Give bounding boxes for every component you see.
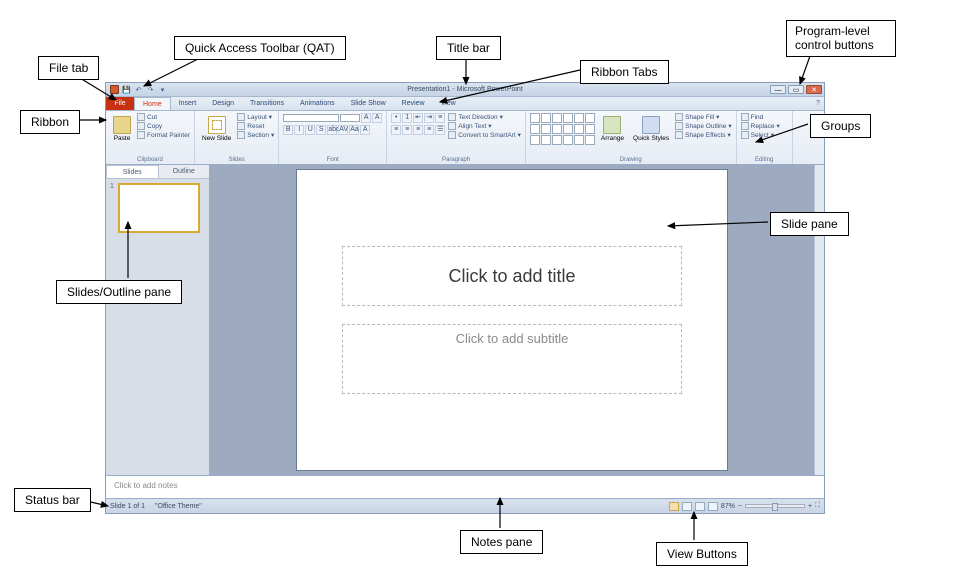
callout-ribbon: Ribbon [20,110,80,134]
callout-view-buttons: View Buttons [656,542,748,566]
callout-file-tab: File tab [38,56,99,80]
callout-title-bar: Title bar [436,36,501,60]
callout-slide-pane: Slide pane [770,212,849,236]
callout-groups: Groups [810,114,871,138]
callout-status-bar: Status bar [14,488,91,512]
callout-qat: Quick Access Toolbar (QAT) [174,36,346,60]
callout-notes-pane: Notes pane [460,530,543,554]
callout-slides-outline: Slides/Outline pane [56,280,182,304]
callout-ribbon-tabs: Ribbon Tabs [580,60,669,84]
callout-program-controls: Program-level control buttons [786,20,896,57]
